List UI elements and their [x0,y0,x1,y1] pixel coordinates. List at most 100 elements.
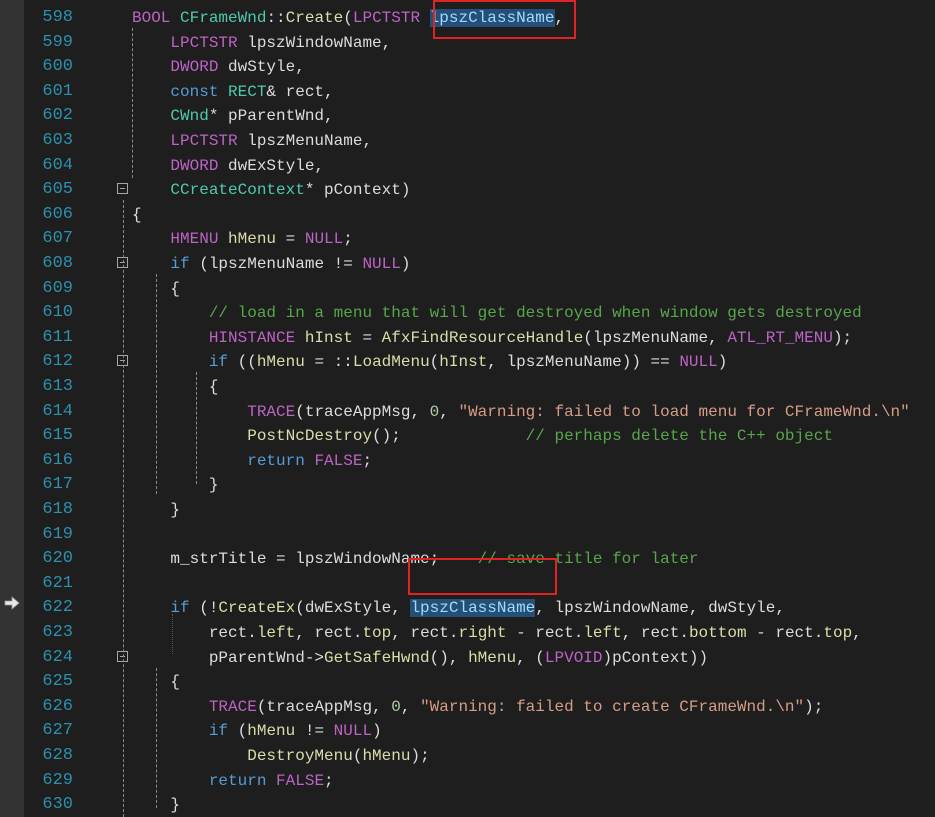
code-text[interactable]: return FALSE; [132,769,334,794]
code-text[interactable]: return FALSE; [132,449,372,474]
code-text[interactable]: DWORD dwStyle, [132,55,305,80]
code-token: ); [410,747,430,765]
line-number: 609 [42,278,73,298]
code-text[interactable]: } [132,498,180,523]
code-line[interactable]: 609 { [24,277,935,302]
code-token: } [132,501,181,519]
code-text[interactable]: { [132,375,219,400]
code-line[interactable]: 615 PostNcDestroy(); // perhaps delete t… [24,424,935,449]
code-token: , ( [516,648,545,667]
code-text[interactable]: { [132,203,142,228]
code-line[interactable]: 619 [24,523,935,548]
code-token: CreateEx [218,599,296,618]
code-token: if [132,722,238,741]
collapse-minus-icon[interactable] [117,183,128,195]
code-line[interactable]: 629 return FALSE; [24,769,935,794]
code-line[interactable]: 613 { [24,375,935,400]
line-number: 624 [42,647,73,667]
code-text[interactable]: const RECT& rect, [132,80,334,105]
glyph-margin[interactable] [0,0,24,817]
code-line[interactable]: 618 } [24,498,935,523]
code-token: ATL_RT_MENU [727,328,833,347]
code-editor[interactable]: 598 BOOL CFrameWnd::Create(LPCTSTR lpszCl… [0,0,935,817]
code-token: 0 [429,402,440,421]
code-text[interactable]: TRACE(traceAppMsg, 0, "Warning: failed t… [132,695,824,720]
code-line[interactable]: 610 // load in a menu that will get dest… [24,301,935,326]
code-text[interactable]: rect.left, rect.top, rect.right - rect.l… [132,621,862,646]
code-line[interactable]: 627 if (hMenu != NULL) [24,719,935,744]
code-token: hInst [439,353,488,372]
code-text[interactable]: if (hMenu != NULL) [132,719,382,744]
code-text[interactable]: CWnd* pParentWnd, [132,104,333,129]
code-token: PostNcDestroy [132,427,373,446]
code-token: AfxFindResourceHandle [381,328,584,347]
code-line[interactable]: 601 const RECT& rect, [24,80,935,105]
code-token: FALSE [276,771,325,790]
code-line[interactable]: 626 TRACE(traceAppMsg, 0, "Warning: fail… [24,695,935,720]
code-text[interactable]: } [132,473,219,498]
code-token: (dwExStyle, [295,599,411,618]
code-token: CFrameWnd [180,9,267,27]
code-line[interactable]: 607 HMENU hMenu = NULL; [24,227,935,252]
line-number: 629 [42,770,73,790]
code-text[interactable]: if ((hMenu = ::LoadMenu(hInst, lpszMenuN… [132,350,728,375]
code-token: RECT [228,82,267,101]
code-text[interactable]: if (lpszMenuName != NULL) [132,252,410,277]
line-number: 630 [42,795,73,815]
code-token: hMenu [362,747,411,765]
code-token: dwStyle, [228,58,305,77]
code-text[interactable]: HMENU hMenu = NULL; [132,227,352,252]
code-line[interactable]: 608 if (lpszMenuName != NULL) [24,252,935,277]
code-token: = :: [304,353,353,372]
code-line[interactable]: 630 } [24,793,935,817]
line-number: 617 [42,475,73,495]
code-text[interactable]: LPCTSTR lpszMenuName, [132,129,372,154]
code-line[interactable]: 602 CWnd* pParentWnd, [24,104,935,129]
code-line[interactable]: 617 } [24,473,935,498]
code-text[interactable]: PostNcDestroy(); // perhaps delete the C… [132,424,833,449]
code-line[interactable]: 612 if ((hMenu = ::LoadMenu(hInst, lpszM… [24,350,935,375]
code-token: hMenu [256,353,305,372]
code-line[interactable]: 604 DWORD dwExStyle, [24,154,935,179]
code-text[interactable]: CCreateContext* pContext) [132,178,410,203]
code-token: HINSTANCE [132,328,305,347]
code-token: , [400,697,421,716]
code-token: // perhaps delete the C++ object [525,427,833,446]
code-line[interactable]: 625 { [24,670,935,695]
code-token: LPCTSTR [132,33,248,52]
code-line[interactable]: 611 HINSTANCE hInst = AfxFindResourceHan… [24,326,935,351]
code-token: & rect, [266,82,334,101]
code-token: lpszWindowName, [247,33,392,52]
code-line[interactable]: 606 { [24,203,935,228]
code-text[interactable]: DWORD dwExStyle, [132,154,324,179]
code-line[interactable]: 605 CCreateContext* pContext) [24,178,935,203]
code-token: - rect. [506,624,584,642]
code-line[interactable]: 622 if (!CreateEx(dwExStyle, lpszClassNa… [24,596,935,621]
code-token: NULL [333,722,373,741]
code-text[interactable]: // load in a menu that will get destroye… [132,301,862,326]
code-text[interactable]: TRACE(traceAppMsg, 0, "Warning: failed t… [132,400,910,425]
code-line[interactable]: 603 LPCTSTR lpszMenuName, [24,129,935,154]
code-token: TRACE [132,697,257,716]
code-text[interactable]: pParentWnd->GetSafeHwnd(), hMenu, (LPVOI… [132,646,708,671]
code-line[interactable]: 624 pParentWnd->GetSafeHwnd(), hMenu, (L… [24,646,935,671]
code-text[interactable]: HINSTANCE hInst = AfxFindResourceHandle(… [132,326,852,351]
code-token: (( [237,353,257,372]
code-text[interactable]: LPCTSTR lpszWindowName, [132,31,391,56]
outline-region-line [156,668,157,808]
code-line[interactable]: 616 return FALSE; [24,449,935,474]
code-token: bottom [688,624,747,642]
code-line[interactable]: 614 TRACE(traceAppMsg, 0, "Warning: fail… [24,400,935,425]
code-token: = [352,328,382,347]
code-area[interactable]: 598 BOOL CFrameWnd::Create(LPCTSTR lpszCl… [24,0,935,817]
line-number: 602 [42,106,73,126]
code-text[interactable]: DestroyMenu(hMenu); [132,744,430,769]
line-number: 611 [42,327,73,347]
code-line[interactable]: 600 DWORD dwStyle, [24,55,935,80]
code-token: , rect. [621,624,689,642]
code-line[interactable]: 628 DestroyMenu(hMenu); [24,744,935,769]
code-token: HMENU [132,230,229,249]
code-line[interactable]: 623 rect.left, rect.top, rect.right - re… [24,621,935,646]
code-text[interactable]: if (!CreateEx(dwExStyle, lpszClassName, … [132,596,785,621]
code-token: (lpszMenuName != [199,255,363,273]
